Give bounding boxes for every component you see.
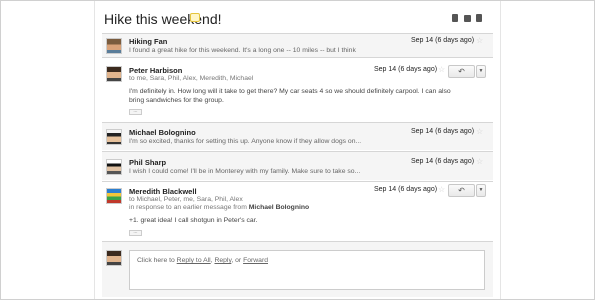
reply-sep-1: , [210,257,213,264]
message-body: I'm definitely in. How long will it take… [129,88,451,104]
star-icon[interactable]: ☆ [476,37,483,45]
in-response-sender[interactable]: Michael Bolognino [249,204,309,211]
star-icon[interactable]: ☆ [438,66,445,74]
forward-link[interactable]: Forward [243,257,268,264]
hiking-fan-avatar [106,38,122,54]
in-response-prefix: in response to an earlier message from [129,204,247,211]
recipients-line[interactable]: to Michael, Peter, me, Sara, Phil, Alex [129,196,243,203]
message-date: Sep 14 (6 days ago) [374,186,438,193]
message-collapsed[interactable]: Michael Bolognino I'm so excited, thanks… [102,122,493,150]
meredith-blackwell-avatar [106,188,122,204]
peter-harbison-avatar [106,66,122,82]
sender-name: Michael Bolognino [129,128,196,137]
message-date: Sep 14 (6 days ago) [374,66,438,73]
sender-name: Meredith Blackwell [129,187,197,196]
message-snippet: I wish I could come! I'll be in Monterey… [129,168,361,175]
email-thread-page: Hike this weekend! Hiking Fan I found a … [0,0,595,300]
message-body: +1. great idea! I call shotgun in Peter'… [129,217,258,224]
star-icon[interactable]: ☆ [438,186,445,194]
reply-box-area: Click here to Reply to All, Reply, or Fo… [102,241,493,297]
label-icon[interactable] [190,13,200,22]
in-response-line: in response to an earlier message from M… [129,204,309,211]
my-avatar [106,250,122,266]
message-date: Sep 14 (6 days ago) [411,37,475,44]
recipients-line[interactable]: to me, Sara, Phil, Alex, Meredith, Micha… [129,75,253,82]
message-snippet: I found a great hike for this weekend. I… [129,47,356,54]
expand-all-icon[interactable] [452,14,458,22]
message-expanded: Peter Harbison to me, Sara, Phil, Alex, … [102,57,493,121]
new-window-icon[interactable] [476,14,482,22]
show-trimmed-content-button[interactable]: ... [129,230,142,236]
message-date: Sep 14 (6 days ago) [411,128,475,135]
star-icon[interactable]: ☆ [476,128,483,136]
more-actions-button[interactable]: ▼ [476,184,486,197]
left-margin [1,1,95,299]
more-actions-button[interactable]: ▼ [476,65,486,78]
reply-button[interactable]: ↶ [448,184,475,197]
message-collapsed[interactable]: Phil Sharp I wish I could come! I'll be … [102,151,493,180]
subject-row: Hike this weekend! [104,11,490,29]
show-trimmed-content-button[interactable]: ... [129,109,142,115]
sender-name: Hiking Fan [129,37,168,46]
star-icon[interactable]: ☆ [476,158,483,166]
right-margin [500,1,594,299]
print-icon[interactable] [464,15,471,22]
reply-link[interactable]: Reply [214,257,231,264]
message-snippet: I'm so excited, thanks for setting this … [129,138,362,145]
message-date: Sep 14 (6 days ago) [411,158,475,165]
reply-prompt-prefix: Click here to [137,257,175,264]
michael-bolognino-avatar [106,129,122,145]
sender-name: Phil Sharp [129,158,167,167]
conversation-view: Hike this weekend! Hiking Fan I found a … [101,1,493,301]
reply-input[interactable]: Click here to Reply to All, Reply, or Fo… [129,250,485,290]
message-collapsed[interactable]: Hiking Fan I found a great hike for this… [102,33,493,57]
thread-subject: Hike this weekend! [104,11,222,27]
message-expanded: Meredith Blackwell to Michael, Peter, me… [102,181,493,241]
reply-button[interactable]: ↶ [448,65,475,78]
reply-all-link[interactable]: Reply to All [177,257,211,264]
sender-name: Peter Harbison [129,66,183,75]
reply-sep-2: , or [231,257,242,264]
phil-sharp-avatar [106,159,122,175]
